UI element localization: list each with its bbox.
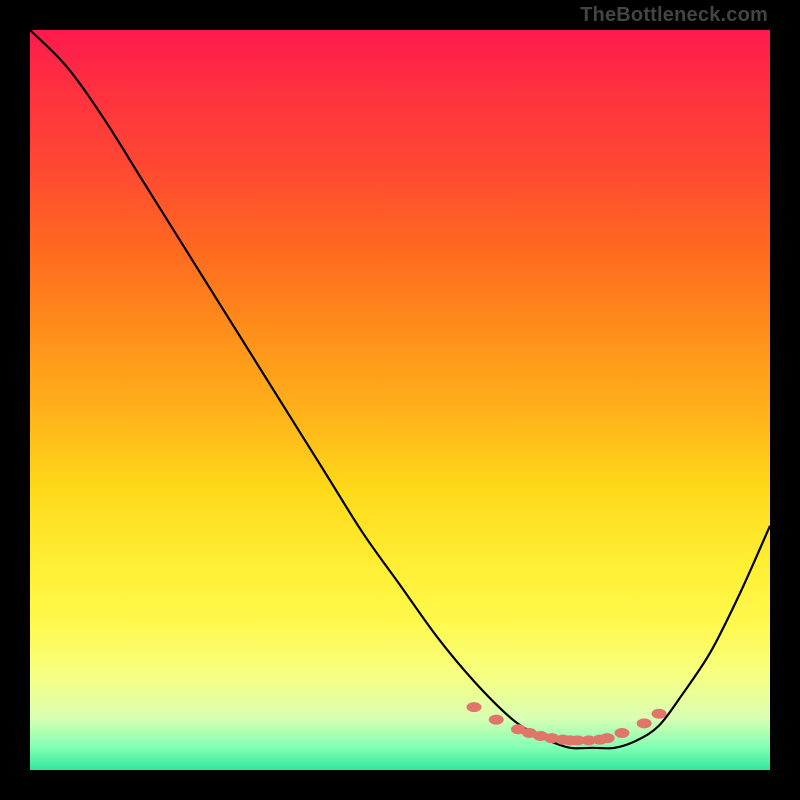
curve-svg xyxy=(30,30,770,770)
marker-dot xyxy=(615,728,630,738)
plot-area xyxy=(30,30,770,770)
optimal-range-markers xyxy=(467,702,667,745)
bottleneck-curve xyxy=(30,30,770,748)
marker-dot xyxy=(637,718,652,728)
watermark-text: TheBottleneck.com xyxy=(580,4,768,27)
marker-dot xyxy=(600,733,615,743)
marker-dot xyxy=(467,702,482,712)
marker-dot xyxy=(652,709,667,719)
chart-frame: TheBottleneck.com xyxy=(0,0,800,800)
marker-dot xyxy=(489,715,504,725)
